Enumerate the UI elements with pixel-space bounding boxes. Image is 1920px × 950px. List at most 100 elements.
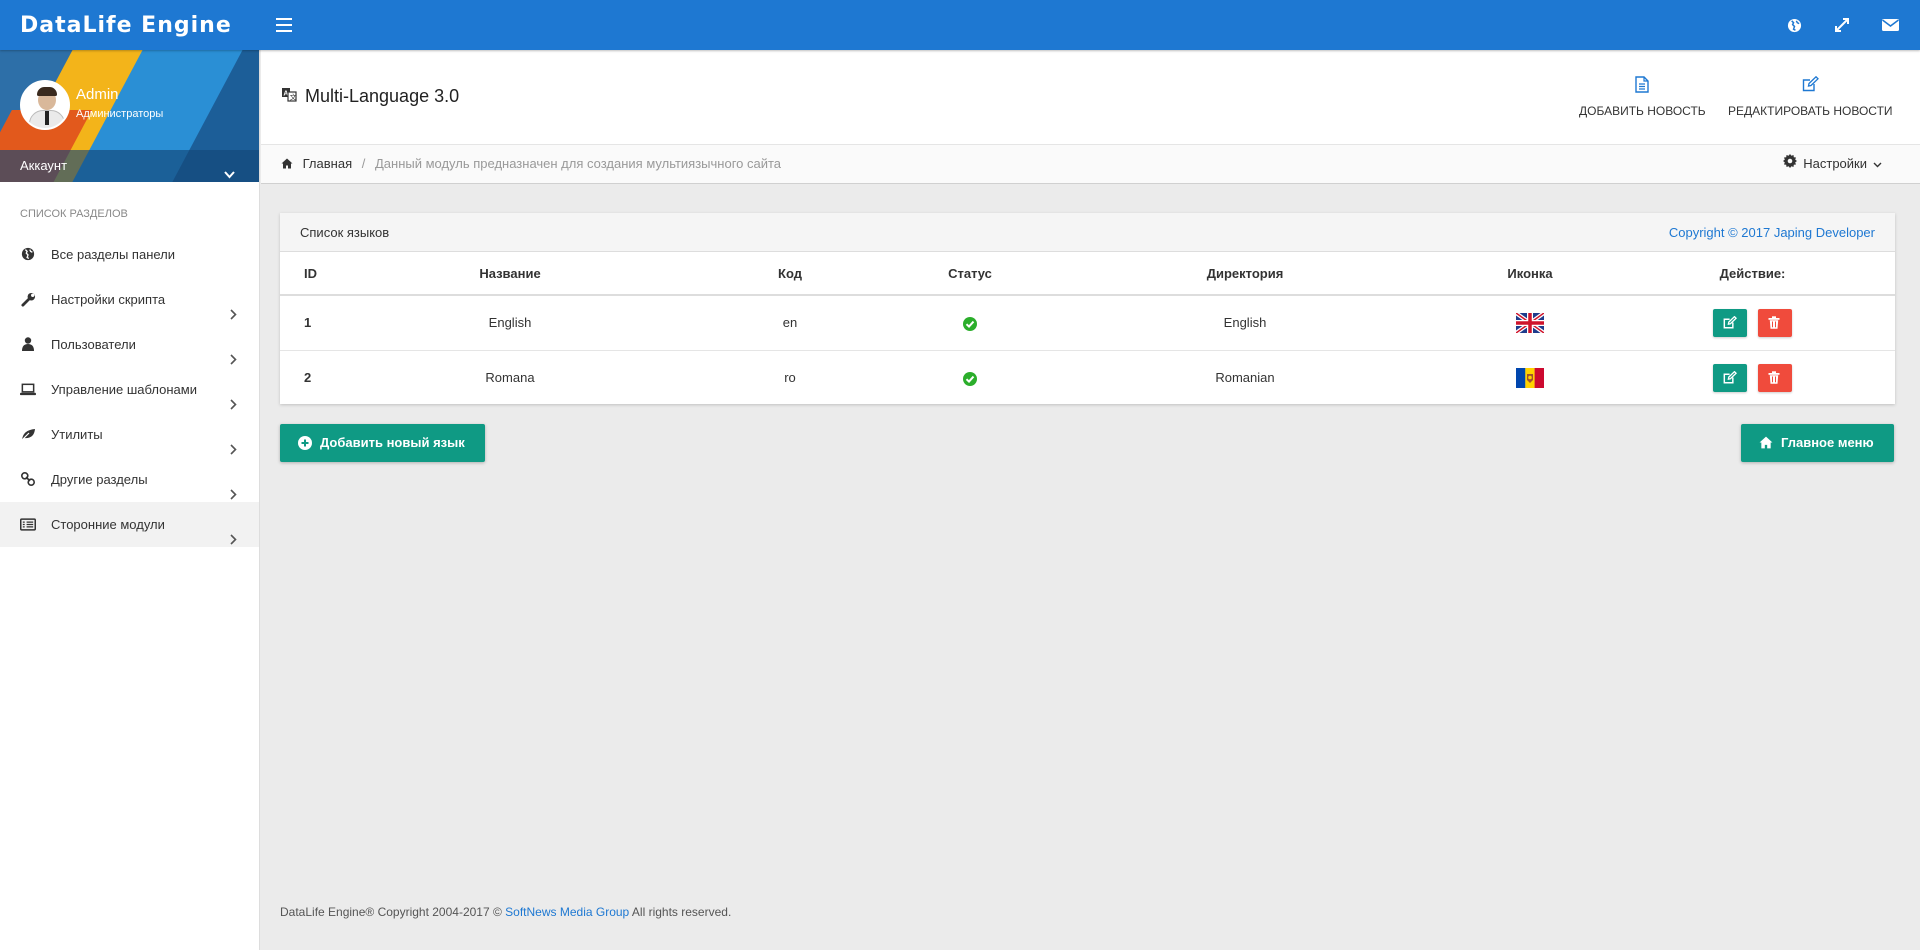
cell-name: Romana: [485, 370, 535, 386]
user-name[interactable]: Admin: [76, 86, 119, 103]
sidebar-item-users[interactable]: Пользователи: [0, 322, 259, 367]
column-header-directory: Директория: [1040, 252, 1450, 296]
avatar[interactable]: [20, 80, 70, 130]
add-language-button[interactable]: Добавить новый язык: [280, 424, 485, 462]
languages-table: ID Название Код Статус Директория Иконка…: [280, 252, 1895, 405]
cell-id: 1: [280, 295, 340, 351]
list-alt-icon: [20, 516, 36, 532]
laptop-icon: [20, 381, 36, 397]
breadcrumb: Главная / Данный модуль предназначен для…: [261, 144, 1920, 184]
main-menu-label: Главное меню: [1781, 435, 1874, 450]
sidebar-item-label: Сторонние модули: [51, 517, 165, 532]
sidebar-item-label: Другие разделы: [51, 472, 148, 487]
column-header-icon: Иконка: [1450, 252, 1610, 296]
edit-language-button[interactable]: [1712, 363, 1747, 392]
sidebar-item-all-sections[interactable]: Все разделы панели: [0, 232, 259, 277]
cell-status: [900, 295, 1040, 351]
check-circle-icon: [963, 315, 977, 331]
home-icon: [1759, 436, 1773, 449]
gear-icon: [1783, 145, 1798, 183]
sidebar-section-title: Список разделов: [20, 208, 128, 220]
expand-icon[interactable]: [1832, 15, 1852, 35]
footer-copyright: DataLife Engine® Copyright 2004-2017 ©: [280, 905, 502, 919]
add-news-label: ДОБАВИТЬ НОВОСТЬ: [1579, 104, 1706, 118]
account-dropdown[interactable]: Аккаунт: [0, 150, 259, 182]
sidebar-item-third-party-modules[interactable]: Сторонние модули: [0, 502, 259, 547]
developer-copyright-link[interactable]: Copyright © 2017 Japing Developer: [1669, 213, 1875, 252]
column-header-status: Статус: [900, 252, 1040, 296]
edit-icon: [1728, 75, 1893, 98]
globe-icon: [20, 246, 36, 262]
settings-label: Настройки: [1803, 156, 1867, 171]
cell-code: ro: [784, 370, 796, 386]
column-header-action: Действие:: [1610, 252, 1895, 296]
footer-rights: All rights reserved.: [631, 905, 732, 919]
home-icon: [281, 146, 293, 184]
chevron-down-icon: [224, 159, 235, 182]
top-navbar: DataLife Engine: [0, 0, 1920, 50]
panel-title: Список языков: [300, 225, 390, 240]
footer-link[interactable]: SoftNews Media Group: [505, 905, 629, 919]
panel-heading: Список языков Copyright © 2017 Japing De…: [280, 213, 1895, 252]
column-header-code: Код: [680, 252, 900, 296]
sidebar-item-templates[interactable]: Управление шаблонами: [0, 367, 259, 412]
column-header-name: Название: [340, 252, 680, 296]
cell-directory: English: [1040, 295, 1450, 351]
chevron-right-icon: [230, 518, 237, 563]
table-row: 1 English en English: [280, 295, 1895, 351]
sidebar-item-script-settings[interactable]: Настройки скрипта: [0, 277, 259, 322]
page-title-text: Multi-Language 3.0: [305, 86, 460, 106]
cell-name: English: [340, 295, 680, 351]
moldova-flag-icon: [1516, 367, 1544, 388]
table-header-row: ID Название Код Статус Директория Иконка…: [280, 252, 1895, 296]
table-row: 2 Romana ro Romanian: [280, 350, 1895, 405]
uk-flag-icon: [1514, 311, 1546, 335]
sidebar: Admin Администраторы Аккаунт Список разд…: [0, 50, 260, 950]
delete-language-button[interactable]: [1758, 308, 1793, 337]
envelope-icon[interactable]: [1880, 15, 1900, 35]
check-circle-icon: [963, 370, 977, 386]
cell-status: [900, 350, 1040, 405]
sidebar-item-label: Все разделы панели: [51, 247, 176, 262]
cell-directory: Romanian: [1215, 370, 1275, 386]
sidebar-item-utilities[interactable]: Утилиты: [0, 412, 259, 457]
delete-language-button[interactable]: [1758, 363, 1793, 392]
languages-panel: Список языков Copyright © 2017 Japing De…: [280, 213, 1895, 404]
page-header: A文 Multi-Language 3.0 ДОБАВИТЬ НОВОСТЬ Р…: [261, 50, 1920, 144]
cell-actions: [1610, 295, 1895, 351]
sidebar-item-label: Утилиты: [51, 427, 103, 442]
link-icon: [20, 471, 36, 487]
main-menu-button[interactable]: Главное меню: [1741, 424, 1894, 462]
wrench-icon: [20, 291, 36, 307]
svg-text:文: 文: [290, 93, 297, 102]
user-role: Администраторы: [76, 108, 164, 120]
user-panel: Admin Администраторы Аккаунт: [0, 50, 259, 182]
column-header-id: ID: [280, 252, 340, 296]
chevron-down-icon: [1873, 145, 1882, 183]
sidebar-item-label: Управление шаблонами: [51, 382, 197, 397]
globe-icon[interactable]: [1784, 15, 1804, 35]
edit-news-button[interactable]: РЕДАКТИРОВАТЬ НОВОСТИ: [1728, 75, 1893, 118]
sidebar-item-label: Настройки скрипта: [51, 292, 166, 307]
account-label: Аккаунт: [20, 158, 68, 173]
edit-language-button[interactable]: [1712, 308, 1747, 337]
language-icon: A文: [281, 86, 297, 107]
settings-dropdown[interactable]: Настройки: [1783, 145, 1882, 183]
user-icon: [20, 336, 36, 352]
cell-id: 2: [304, 370, 312, 386]
cell-icon: [1450, 295, 1610, 351]
add-language-label: Добавить новый язык: [320, 435, 465, 450]
add-news-button[interactable]: ДОБАВИТЬ НОВОСТЬ: [1579, 76, 1706, 118]
footer: DataLife Engine® Copyright 2004-2017 © S…: [280, 905, 731, 919]
page-title: A文 Multi-Language 3.0: [281, 86, 459, 107]
breadcrumb-current: Данный модуль предназначен для создания …: [374, 156, 782, 171]
brand-logo[interactable]: DataLife Engine: [0, 0, 260, 50]
cell-code: en: [680, 295, 900, 351]
sidebar-item-label: Пользователи: [51, 337, 136, 352]
hamburger-menu-icon[interactable]: [276, 18, 292, 32]
breadcrumb-home-link[interactable]: Главная: [303, 156, 352, 171]
cell-icon: [1450, 350, 1610, 405]
plus-circle-icon: [298, 436, 312, 450]
sidebar-item-other-sections[interactable]: Другие разделы: [0, 457, 259, 502]
edit-news-label: РЕДАКТИРОВАТЬ НОВОСТИ: [1728, 104, 1893, 118]
